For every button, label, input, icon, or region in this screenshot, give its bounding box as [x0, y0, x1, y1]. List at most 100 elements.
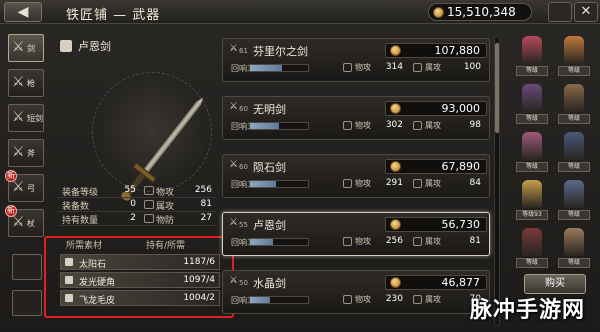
price-value: 67,890: [441, 160, 481, 173]
staff-icon: ⚔: [12, 214, 25, 230]
weapon-name: 卢恩剑: [253, 219, 286, 232]
tab-label: 枪: [27, 79, 35, 88]
attack-value: 314: [385, 62, 403, 72]
party-member[interactable]: 等级: [556, 178, 592, 222]
weapon-list-item[interactable]: ⚔ 60 无明剑 93,000 回响3 物攻 302 属攻 98: [222, 96, 490, 140]
weapon-level: 60: [239, 163, 248, 171]
coin-icon: [390, 103, 401, 114]
menu-button[interactable]: [548, 2, 572, 22]
tab-label: 短剑: [27, 114, 43, 123]
character-sprite: [522, 180, 542, 208]
party-member[interactable]: 等级: [556, 82, 592, 126]
character-sprite: [564, 180, 584, 208]
stat-label: 装备等级: [62, 188, 99, 198]
tab-axe[interactable]: ⚔ 斧: [8, 139, 44, 167]
attack-value: 256: [385, 236, 403, 246]
party-member[interactable]: 等级: [556, 130, 592, 174]
dagger-icon: ⚔: [12, 109, 25, 125]
weapon-name: 卢恩剑: [78, 40, 111, 53]
back-button[interactable]: ◀: [4, 2, 42, 22]
tab-dagger[interactable]: ⚔ 短剑: [8, 104, 44, 132]
stat-row: 装备等级 55 物攻 256: [58, 184, 216, 198]
party-member[interactable]: 等级: [514, 82, 550, 126]
attack-icon: [343, 237, 352, 246]
character-level-tag: 等级: [516, 258, 548, 268]
price-value: 56,730: [441, 218, 481, 231]
attack-label: 物攻: [355, 179, 371, 188]
sword-icon: ⚔: [229, 217, 238, 228]
character-sprite: [522, 228, 542, 256]
attack-label: 物攻: [355, 295, 371, 304]
price-value: 93,000: [441, 102, 481, 115]
element-value: 84: [469, 178, 481, 188]
tab-label: 弓: [27, 184, 35, 193]
weapon-list-item[interactable]: ⚔ 61 芬里尔之剑 107,880 回响3 物攻 314 属攻 100: [222, 38, 490, 82]
party-member[interactable]: 等级: [514, 130, 550, 174]
money-value: 15,510,348: [447, 5, 516, 19]
bow-icon: ⚔: [12, 179, 25, 195]
new-badge: 新: [5, 205, 17, 217]
stat-value-2: 256: [194, 185, 212, 195]
weapon-list-item[interactable]: ⚔ 50 水晶剑 46,877 回响3 物攻 230 属攻 70: [222, 270, 490, 314]
party-member[interactable]: 等级: [514, 226, 550, 270]
character-sprite: [564, 228, 584, 256]
close-button[interactable]: ✕: [574, 2, 598, 22]
highlight-box: [44, 236, 234, 318]
element-icon: [413, 121, 422, 130]
character-sprite: [564, 36, 584, 64]
stat-label-2: 物防: [156, 216, 175, 226]
stat-value: 0: [130, 199, 136, 209]
bag-icon[interactable]: [12, 290, 42, 316]
element-label: 属攻: [425, 121, 441, 130]
stat-label: 装备数: [62, 202, 90, 212]
echo-bar: [249, 296, 309, 304]
tab-spear[interactable]: ⚔ 枪: [8, 69, 44, 97]
character-sprite: [564, 132, 584, 160]
attack-label: 物攻: [355, 121, 371, 130]
weapon-list: ⚔ 61 芬里尔之剑 107,880 回响3 物攻 314 属攻 100 ⚔ 60 无明剑 93,000…: [222, 38, 490, 328]
tab-staff[interactable]: ⚔ 杖 新: [5, 205, 44, 237]
stat-value-2: 27: [200, 213, 212, 223]
buy-button[interactable]: 购买: [524, 274, 586, 294]
party-member[interactable]: 等级: [556, 34, 592, 78]
weapon-price: 93,000: [385, 101, 487, 116]
attack-icon: [343, 121, 352, 130]
spear-icon: ⚔: [12, 74, 25, 90]
attack-icon: [343, 295, 352, 304]
stat-icon: [144, 214, 154, 223]
element-icon: [413, 237, 422, 246]
axe-icon: ⚔: [12, 144, 25, 160]
attack-label: 物攻: [355, 63, 371, 72]
sword-icon: ⚔: [229, 275, 238, 286]
character-sprite: [522, 132, 542, 160]
character-level-tag: 等级93: [516, 210, 548, 220]
element-value: 100: [463, 62, 481, 72]
book-icon[interactable]: [12, 254, 42, 280]
character-level-tag: 等级: [558, 114, 590, 124]
coin-icon: [390, 219, 401, 230]
weapon-list-item[interactable]: ⚔ 60 陨石剑 67,890 回响3 物攻 291 属攻 84: [222, 154, 490, 198]
scrollbar-thumb[interactable]: [495, 43, 499, 133]
tab-sword[interactable]: ⚔ 剑: [8, 34, 44, 62]
element-icon: [413, 63, 422, 72]
attack-value: 230: [385, 294, 403, 304]
party-member[interactable]: 等级93: [514, 178, 550, 222]
watermark: 脉冲手游网: [470, 297, 586, 323]
weapon-level: 50: [239, 279, 248, 287]
coin-icon: [433, 7, 444, 18]
scrollbar[interactable]: [494, 36, 500, 326]
tab-bow[interactable]: ⚔ 弓 新: [5, 170, 44, 202]
tab-label: 斧: [27, 149, 35, 158]
party-member[interactable]: 等级: [556, 226, 592, 270]
party-member[interactable]: 等级: [514, 34, 550, 78]
element-icon: [413, 295, 422, 304]
weapon-list-item[interactable]: ⚔ 55 卢恩剑 56,730 回响3 物攻 256 属攻 81: [222, 212, 490, 256]
element-label: 属攻: [425, 295, 441, 304]
stat-icon: [144, 186, 154, 195]
character-level-tag: 等级: [516, 66, 548, 76]
coin-icon: [390, 277, 401, 288]
weapon-name: 水晶剑: [253, 277, 286, 290]
attack-value: 302: [385, 120, 403, 130]
character-level-tag: 等级: [558, 210, 590, 220]
sword-icon: ⚔: [229, 101, 238, 112]
